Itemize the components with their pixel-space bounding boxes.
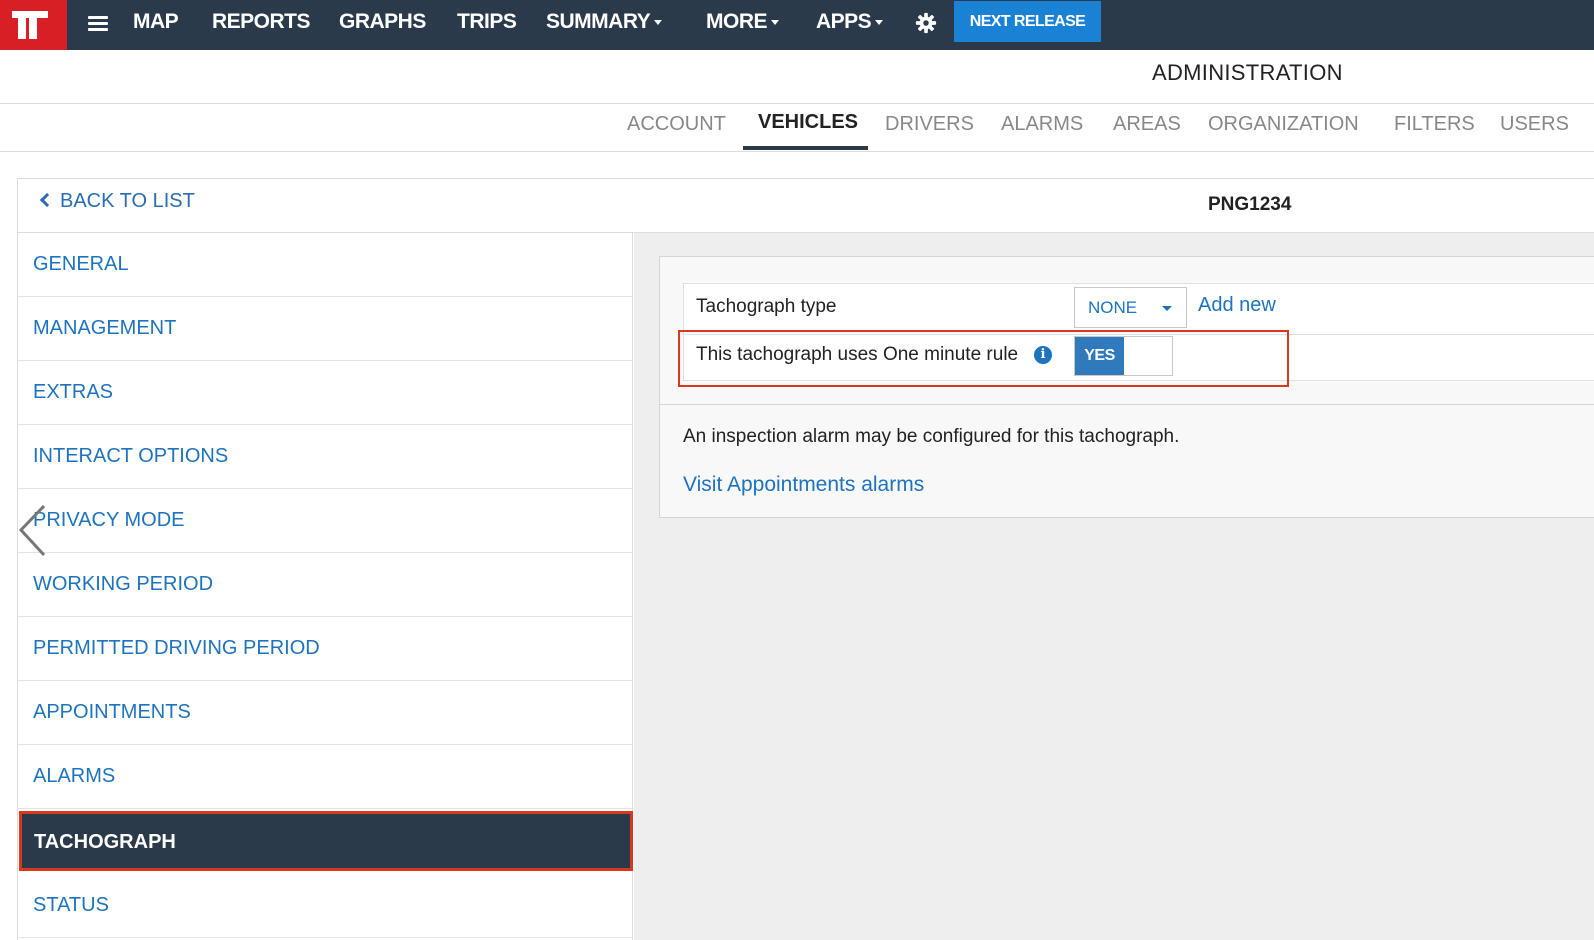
back-to-list-label: BACK TO LIST (60, 190, 195, 212)
divider (683, 334, 1594, 335)
sidebar-item-interact-options[interactable]: INTERACT OPTIONS (18, 425, 632, 489)
toggle-yes: YES (1075, 337, 1124, 375)
sidebar-item-general[interactable]: GENERAL (18, 233, 632, 297)
back-to-list-link[interactable]: BACK TO LIST (39, 190, 195, 213)
sidebar-item-privacy-mode[interactable]: PRIVACY MODE (18, 489, 632, 553)
tachograph-type-label: Tachograph type (696, 296, 837, 317)
sidebar-item-permitted-driving-period[interactable]: PERMITTED DRIVING PERIOD (18, 617, 632, 681)
top-navigation-bar: MAP REPORTS GRAPHS TRIPS SUMMARY MORE AP… (0, 0, 1594, 50)
divider (659, 404, 1594, 405)
chevron-left-icon[interactable] (18, 503, 48, 558)
add-new-link[interactable]: Add new (1198, 294, 1276, 317)
sidebar-item-management[interactable]: MANAGEMENT (18, 297, 632, 361)
sidebar-item-appointments[interactable]: APPOINTMENTS (18, 681, 632, 745)
tab-filters[interactable]: FILTERS (1394, 113, 1475, 136)
tachograph-type-select[interactable]: NONE (1074, 287, 1187, 328)
inspection-alarm-note: An inspection alarm may be configured fo… (683, 426, 1180, 447)
divider (0, 151, 1594, 152)
vehicle-header (17, 178, 1594, 233)
nav-reports[interactable]: REPORTS (212, 0, 311, 44)
vehicle-settings-sidebar: GENERAL MANAGEMENT EXTRAS INTERACT OPTIO… (17, 233, 633, 940)
tab-users[interactable]: USERS (1500, 113, 1569, 136)
brand-logo[interactable] (0, 0, 67, 50)
nav-trips[interactable]: TRIPS (457, 0, 517, 44)
page-title: ADMINISTRATION (1152, 60, 1343, 85)
tab-areas[interactable]: AREAS (1113, 113, 1181, 136)
sidebar-item-alarms[interactable]: ALARMS (18, 745, 632, 809)
tab-vehicles[interactable]: VEHICLES (758, 111, 858, 134)
caret-down-icon (875, 19, 884, 25)
nav-apps[interactable]: APPS (816, 0, 884, 44)
caret-down-icon (771, 19, 779, 25)
tab-account[interactable]: ACCOUNT (627, 113, 726, 136)
logo-mark-icon (12, 11, 48, 39)
next-release-button[interactable]: NEXT RELEASE (954, 1, 1101, 42)
chevron-left-icon (39, 192, 55, 208)
nav-graphs[interactable]: GRAPHS (339, 0, 426, 44)
active-tab-indicator (743, 146, 868, 150)
vehicle-plate: PNG1234 (1208, 194, 1292, 215)
nav-summary[interactable]: SUMMARY (546, 0, 663, 44)
nav-more[interactable]: MORE (706, 0, 779, 44)
visit-appointments-alarms-link[interactable]: Visit Appointments alarms (683, 473, 924, 497)
nav-map[interactable]: MAP (133, 0, 179, 44)
tab-alarms[interactable]: ALARMS (1001, 113, 1083, 136)
sidebar-item-tachograph[interactable]: TACHOGRAPH (19, 811, 633, 871)
nav-apps-label: APPS (816, 10, 872, 33)
divider (0, 103, 1594, 104)
sidebar-item-extras[interactable]: EXTRAS (18, 361, 632, 425)
nav-summary-label: SUMMARY (546, 10, 651, 33)
one-minute-rule-label: This tachograph uses One minute rule (696, 344, 1019, 365)
tab-drivers[interactable]: DRIVERS (885, 113, 974, 136)
tachograph-type-value: NONE (1088, 298, 1138, 317)
gear-icon[interactable] (915, 12, 937, 34)
one-minute-rule-toggle[interactable]: YES (1074, 336, 1173, 376)
sidebar-item-working-period[interactable]: WORKING PERIOD (18, 553, 632, 617)
info-icon[interactable]: i (1034, 346, 1052, 364)
tab-organization[interactable]: ORGANIZATION (1208, 113, 1359, 136)
nav-more-label: MORE (706, 10, 768, 33)
caret-down-icon (1162, 306, 1172, 311)
caret-down-icon (654, 19, 663, 25)
sidebar-item-status[interactable]: STATUS (18, 874, 632, 938)
menu-icon[interactable] (88, 13, 110, 35)
